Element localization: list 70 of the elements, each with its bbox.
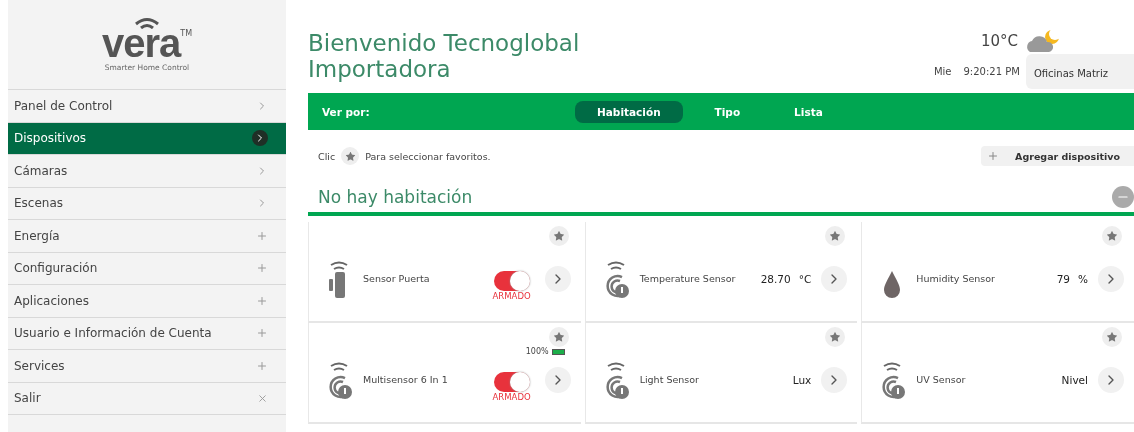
sidebar-item[interactable]: Cámaras [8, 155, 286, 188]
device-status: ARMADO [492, 290, 531, 301]
device-name: Humidity Sensor [916, 273, 996, 284]
plus-icon [256, 294, 268, 307]
plus-icon [256, 262, 268, 275]
view-tab[interactable]: Habitación [575, 100, 683, 123]
favorite-star-button[interactable] [548, 327, 569, 347]
star-icon [1106, 230, 1118, 242]
device-unit: °C [798, 272, 812, 285]
details-button[interactable] [544, 366, 571, 393]
sidebar-item[interactable]: Configuración [8, 252, 286, 285]
plus-icon [256, 359, 268, 372]
chevron-icon [252, 130, 268, 147]
sidebar-item[interactable]: Escenas [8, 187, 286, 220]
clock-time: 9:20:21 PM [963, 66, 1020, 77]
favorite-star-button[interactable] [1102, 226, 1122, 246]
sidebar-item[interactable]: Aplicaciones [8, 285, 286, 318]
trademark: TM [180, 29, 193, 38]
device-name: Multisensor 6 In 1 [363, 374, 449, 385]
details-button[interactable] [821, 265, 848, 292]
star-icon [829, 331, 842, 343]
add-device-button[interactable]: Agregar dispositivo [981, 146, 1134, 166]
star-icon [552, 230, 565, 242]
collapse-button[interactable] [1112, 186, 1134, 208]
device-unit: Nivel [1061, 373, 1088, 386]
plus-icon [256, 229, 268, 242]
arm-switch[interactable] [493, 270, 530, 291]
sidebar-item[interactable]: Energía [8, 220, 286, 253]
details-button[interactable] [1098, 265, 1124, 292]
device-unit: % [1078, 272, 1088, 285]
star-icon [552, 331, 565, 343]
star-icon [1106, 331, 1118, 343]
favorite-star-button[interactable] [548, 226, 569, 246]
favorite-star-button[interactable] [825, 327, 846, 347]
details-button[interactable] [1098, 366, 1124, 393]
favorite-star-button[interactable] [1102, 327, 1122, 347]
device-name: Temperature Sensor [639, 273, 737, 284]
device-value: 79 [1056, 272, 1070, 285]
plus-icon [256, 327, 268, 340]
close-icon [257, 392, 268, 404]
details-button[interactable] [821, 366, 848, 393]
device-value: 28.70 [760, 272, 791, 285]
sidebar-item[interactable]: Panel de Control [8, 90, 286, 123]
temperature: 10°C [980, 32, 1018, 50]
device-status: ARMADO [492, 391, 531, 402]
room-title: No hay habitación [318, 187, 473, 207]
wifi-icon [134, 17, 160, 29]
plus-icon [987, 150, 1000, 162]
details-button[interactable] [544, 265, 571, 292]
hint-text: Para seleccionar favoritos. [365, 150, 491, 162]
arm-switch[interactable] [493, 371, 530, 392]
welcome-title: Bienvenido Tecnoglobal Importadora [308, 30, 581, 84]
location-label: Oficinas Matriz [1025, 54, 1134, 89]
favorite-star-button[interactable] [825, 226, 846, 246]
device-name: Sensor Puerta [363, 273, 431, 284]
cloud-moon-icon [1024, 28, 1060, 54]
sidebar-item[interactable]: Services [8, 350, 286, 383]
view-label: Ver por: [322, 105, 371, 118]
sidebar-item[interactable]: Usuario e Información de Cuenta [8, 317, 286, 350]
hint-text: Clic [318, 150, 336, 162]
weekday: Mie [933, 66, 952, 77]
device-unit: Lux [792, 373, 812, 386]
star-icon [829, 230, 842, 242]
battery-reading: 100% [525, 347, 549, 356]
logo-wordmark: vera [101, 25, 181, 61]
sidebar-item[interactable]: Dispositivos [8, 122, 286, 155]
device-name: Light Sensor [639, 374, 700, 385]
sidebar-item[interactable]: Salir [8, 382, 286, 415]
battery-icon [551, 348, 565, 355]
device-name: UV Sensor [916, 374, 967, 385]
